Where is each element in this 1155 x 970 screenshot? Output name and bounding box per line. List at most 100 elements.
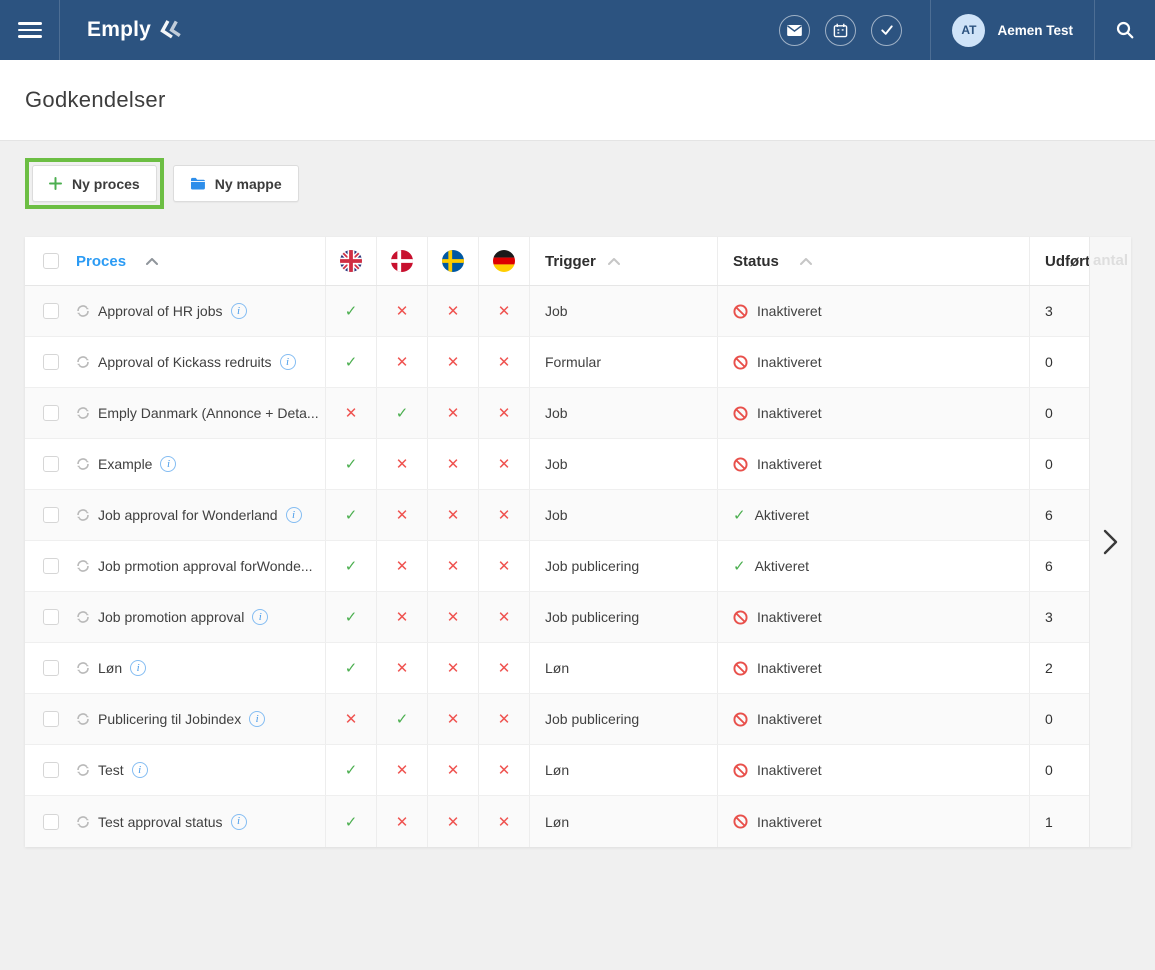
lang-en-mark: ✓ bbox=[325, 286, 376, 336]
row-checkbox[interactable] bbox=[43, 456, 59, 472]
calendar-button[interactable] bbox=[825, 15, 856, 46]
process-name[interactable]: Emply Danmark (Annonce + Deta... bbox=[98, 405, 319, 421]
info-icon[interactable]: i bbox=[286, 507, 302, 523]
hamburger-icon bbox=[18, 18, 42, 42]
table-row[interactable]: Løn i ✓ ✕ ✕ ✕ Løn Inaktiveret 2 bbox=[25, 643, 1089, 694]
row-checkbox[interactable] bbox=[43, 762, 59, 778]
completed-value: 6 bbox=[1029, 541, 1089, 591]
search-button[interactable] bbox=[1095, 0, 1155, 60]
calendar-icon bbox=[833, 23, 848, 38]
process-name[interactable]: Example bbox=[98, 456, 152, 472]
completed-header-overflow: antal bbox=[1093, 252, 1128, 269]
lang-en-mark: ✕ bbox=[325, 694, 376, 744]
row-checkbox[interactable] bbox=[43, 303, 59, 319]
sync-icon bbox=[76, 815, 90, 829]
process-name[interactable]: Approval of HR jobs bbox=[98, 303, 223, 319]
table-row[interactable]: Approval of HR jobs i ✓ ✕ ✕ ✕ Job Inakti… bbox=[25, 286, 1089, 337]
row-checkbox[interactable] bbox=[43, 660, 59, 676]
info-icon[interactable]: i bbox=[130, 660, 146, 676]
status-label: Inaktiveret bbox=[757, 354, 822, 370]
table-row[interactable]: Approval of Kickass redruits i ✓ ✕ ✕ ✕ F… bbox=[25, 337, 1089, 388]
active-icon: ✓ bbox=[733, 506, 746, 524]
folder-icon bbox=[190, 177, 205, 190]
info-icon[interactable]: i bbox=[132, 762, 148, 778]
row-checkbox[interactable] bbox=[43, 405, 59, 421]
inactive-icon bbox=[733, 763, 748, 778]
trigger-column-header[interactable]: Trigger bbox=[529, 237, 717, 285]
uk-flag-icon bbox=[325, 237, 376, 285]
lang-da-mark: ✕ bbox=[376, 643, 427, 693]
user-menu[interactable]: AT Aemen Test bbox=[931, 0, 1094, 60]
lang-de-mark: ✕ bbox=[478, 439, 529, 489]
process-name[interactable]: Approval of Kickass redruits bbox=[98, 354, 272, 370]
process-column-header[interactable]: Proces bbox=[65, 237, 325, 285]
lang-sv-mark: ✕ bbox=[427, 388, 478, 438]
lang-sv-mark: ✕ bbox=[427, 439, 478, 489]
lang-en-mark: ✓ bbox=[325, 643, 376, 693]
trigger-value: Job bbox=[529, 286, 717, 336]
process-name[interactable]: Job promotion approval bbox=[98, 609, 244, 625]
table-row[interactable]: Publicering til Jobindex i ✕ ✓ ✕ ✕ Job p… bbox=[25, 694, 1089, 745]
lang-sv-mark: ✕ bbox=[427, 490, 478, 540]
lang-en-mark: ✓ bbox=[325, 541, 376, 591]
scroll-right-button[interactable] bbox=[1103, 529, 1118, 555]
status-label: Inaktiveret bbox=[757, 405, 822, 421]
completed-column-header[interactable]: Udført bbox=[1029, 237, 1089, 285]
process-name[interactable]: Publicering til Jobindex bbox=[98, 711, 241, 727]
lang-de-mark: ✕ bbox=[478, 694, 529, 744]
mail-button[interactable] bbox=[779, 15, 810, 46]
table-row[interactable]: Job promotion approval i ✓ ✕ ✕ ✕ Job pub… bbox=[25, 592, 1089, 643]
completed-value: 0 bbox=[1029, 745, 1089, 795]
process-name[interactable]: Løn bbox=[98, 660, 122, 676]
inactive-icon bbox=[733, 355, 748, 370]
new-folder-button[interactable]: Ny mappe bbox=[173, 165, 299, 202]
lang-de-mark: ✕ bbox=[478, 490, 529, 540]
table-row[interactable]: Emply Danmark (Annonce + Deta... ✕ ✓ ✕ ✕… bbox=[25, 388, 1089, 439]
info-icon[interactable]: i bbox=[160, 456, 176, 472]
lang-en-mark: ✓ bbox=[325, 490, 376, 540]
content-area: Ny proces Ny mappe Proces bbox=[0, 141, 1155, 847]
process-name[interactable]: Job approval for Wonderland bbox=[98, 507, 278, 523]
lang-sv-mark: ✕ bbox=[427, 592, 478, 642]
trigger-value: Løn bbox=[529, 643, 717, 693]
table-row[interactable]: Test i ✓ ✕ ✕ ✕ Løn Inaktiveret 0 bbox=[25, 745, 1089, 796]
row-checkbox[interactable] bbox=[43, 609, 59, 625]
table-row[interactable]: Example i ✓ ✕ ✕ ✕ Job Inaktiveret 0 bbox=[25, 439, 1089, 490]
info-icon[interactable]: i bbox=[231, 303, 247, 319]
row-checkbox[interactable] bbox=[43, 814, 59, 830]
sync-icon bbox=[76, 712, 90, 726]
status-label: Inaktiveret bbox=[757, 456, 822, 472]
tasks-button[interactable] bbox=[871, 15, 902, 46]
lang-en-mark: ✓ bbox=[325, 592, 376, 642]
inactive-icon bbox=[733, 661, 748, 676]
trigger-value: Job bbox=[529, 388, 717, 438]
trigger-value: Løn bbox=[529, 796, 717, 847]
row-checkbox[interactable] bbox=[43, 354, 59, 370]
trigger-value: Løn bbox=[529, 745, 717, 795]
trigger-value: Job publicering bbox=[529, 694, 717, 744]
lang-de-mark: ✕ bbox=[478, 337, 529, 387]
lang-da-mark: ✕ bbox=[376, 541, 427, 591]
row-checkbox[interactable] bbox=[43, 507, 59, 523]
info-icon[interactable]: i bbox=[249, 711, 265, 727]
table-row[interactable]: Test approval status i ✓ ✕ ✕ ✕ Løn Inakt… bbox=[25, 796, 1089, 847]
row-checkbox[interactable] bbox=[43, 711, 59, 727]
menu-button[interactable] bbox=[0, 0, 59, 60]
new-process-button[interactable]: Ny proces bbox=[32, 165, 157, 202]
select-all-checkbox[interactable] bbox=[43, 253, 59, 269]
process-name[interactable]: Test approval status bbox=[98, 814, 223, 830]
plus-icon bbox=[49, 177, 62, 190]
process-name[interactable]: Test bbox=[98, 762, 124, 778]
row-checkbox[interactable] bbox=[43, 558, 59, 574]
table-row[interactable]: Job prmotion approval forWonde... ✓ ✕ ✕ … bbox=[25, 541, 1089, 592]
status-column-header[interactable]: Status bbox=[717, 237, 1029, 285]
info-icon[interactable]: i bbox=[252, 609, 268, 625]
lang-de-mark: ✕ bbox=[478, 796, 529, 847]
process-name[interactable]: Job prmotion approval forWonde... bbox=[98, 558, 313, 574]
sync-icon bbox=[76, 559, 90, 573]
info-icon[interactable]: i bbox=[280, 354, 296, 370]
table-row[interactable]: Job approval for Wonderland i ✓ ✕ ✕ ✕ Jo… bbox=[25, 490, 1089, 541]
lang-da-mark: ✓ bbox=[376, 694, 427, 744]
emply-logo[interactable]: Emply bbox=[87, 18, 181, 42]
info-icon[interactable]: i bbox=[231, 814, 247, 830]
